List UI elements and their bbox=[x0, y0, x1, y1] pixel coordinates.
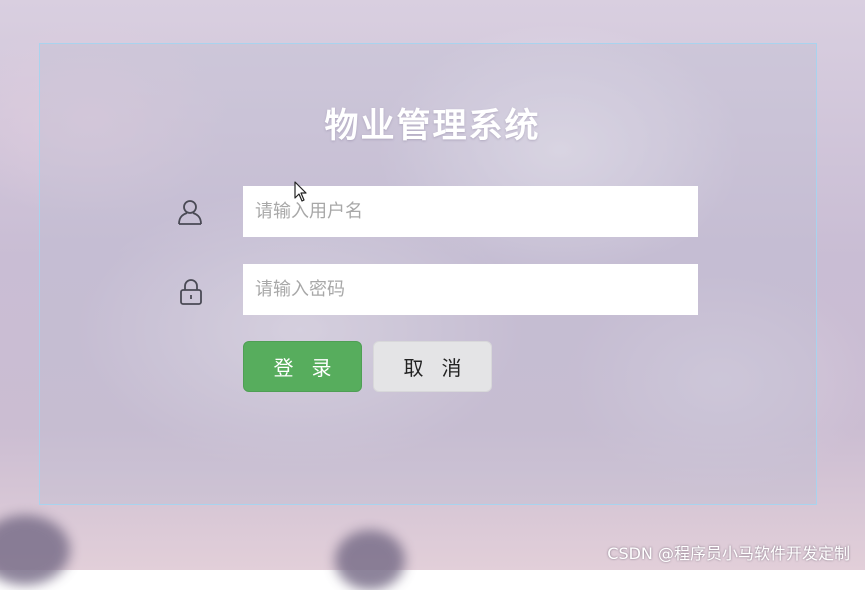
dark-cloud-center bbox=[335, 530, 405, 590]
password-input[interactable] bbox=[243, 264, 698, 315]
login-button-label: 登录 bbox=[273, 356, 350, 380]
cancel-button-label: 取消 bbox=[403, 356, 480, 380]
mouse-cursor-icon bbox=[294, 181, 307, 202]
watermark-text: CSDN @程序员小马软件开发定制 bbox=[607, 544, 850, 563]
lock-icon bbox=[180, 279, 202, 305]
login-button[interactable]: 登录 bbox=[243, 341, 362, 392]
page-title: 物业管理系统 bbox=[324, 106, 541, 146]
cancel-button[interactable]: 取消 bbox=[373, 341, 492, 392]
username-input[interactable] bbox=[243, 186, 698, 237]
user-icon bbox=[178, 200, 202, 225]
